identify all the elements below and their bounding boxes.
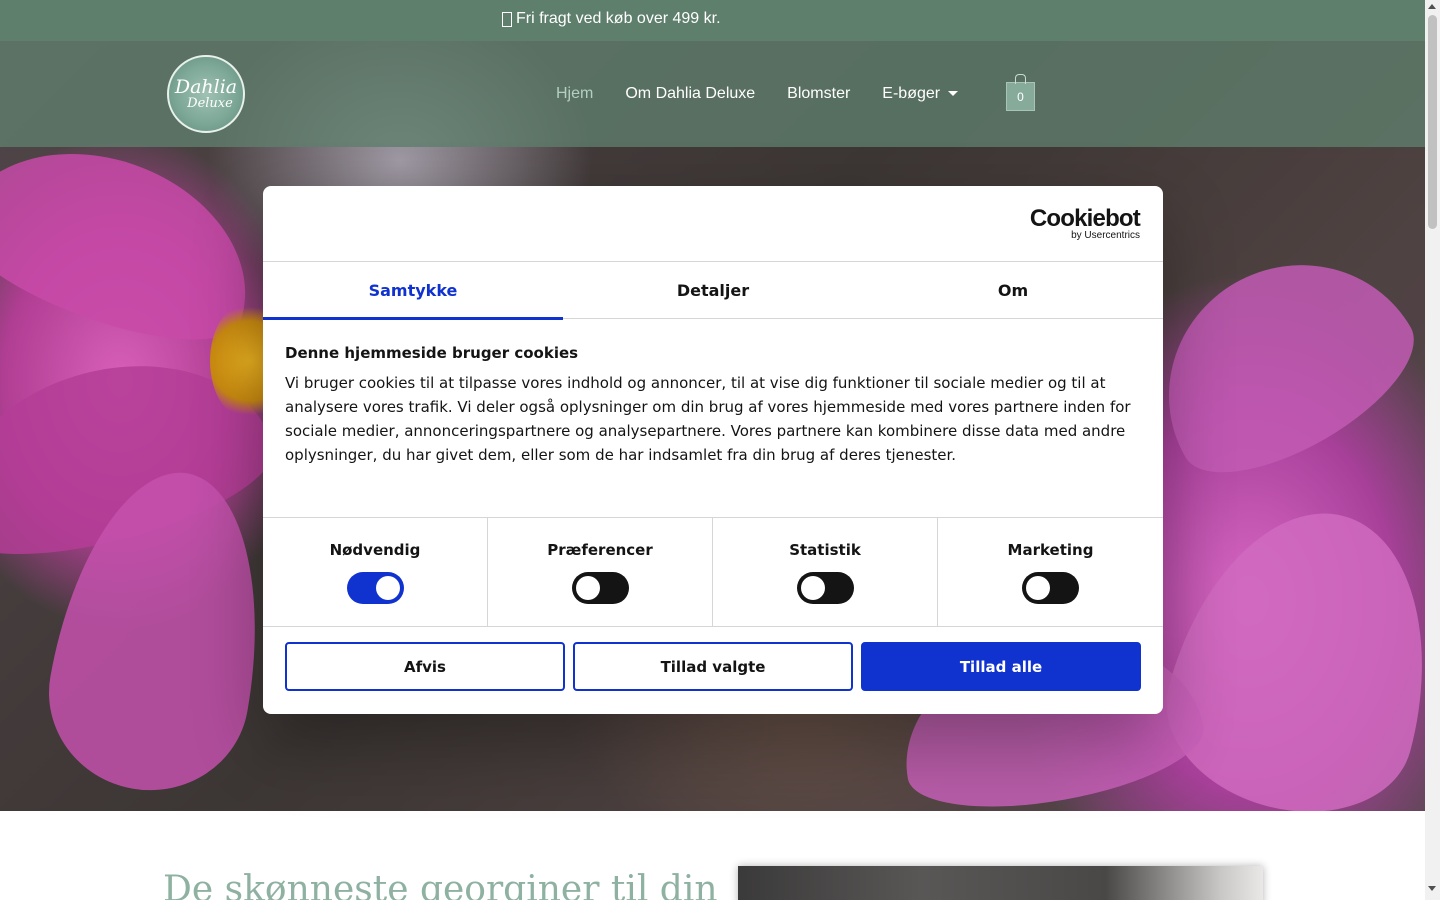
dialog-tabs: Samtykke Detaljer Om [263,262,1163,320]
logo-text-line1: Dahlia [174,75,238,98]
toggle-knob [1026,576,1050,600]
petal-shape [1145,483,1425,811]
nav-item-flowers[interactable]: Blomster [787,85,850,103]
site-logo[interactable]: Dahlia Deluxe [167,55,245,133]
nav-item-about[interactable]: Om Dahlia Deluxe [625,85,755,103]
page-scrollbar[interactable] [1425,0,1440,900]
shipping-text: Fri fragt ved køb over 499 kr. [516,10,721,27]
cart-button[interactable]: 0 [1006,74,1035,111]
allow-selected-button[interactable]: Tillad valgte [573,642,853,691]
allow-all-button[interactable]: Tillad alle [861,642,1141,691]
chevron-down-icon [948,91,959,97]
intro-section: De skønneste georginer til din [0,811,1425,900]
toggle-knob [375,576,400,600]
category-label: Marketing [1007,541,1094,559]
deny-button[interactable]: Afvis [285,642,565,691]
cart-count: 0 [1017,89,1024,104]
intro-headline: De skønneste georginer til din [163,869,718,900]
nav-item-home[interactable]: Hjem [556,85,593,103]
toggle-knob [575,576,600,600]
dialog-header: Cookiebot by Usercentrics [263,186,1163,262]
tab-about[interactable]: Om [863,262,1163,319]
nav-item-ebooks[interactable]: E-bøger [882,85,959,103]
marketing-toggle[interactable] [1022,572,1079,604]
shopping-bag-icon [1015,74,1026,84]
logo-text-line2: Deluxe [187,95,233,111]
toggle-knob [800,576,825,600]
necessary-toggle[interactable] [346,572,404,604]
tab-details[interactable]: Detaljer [563,262,863,319]
intro-photo [738,866,1263,900]
missing-glyph-icon [502,11,512,27]
shipping-announcement: Fri fragt ved køb over 499 kr. [502,10,721,28]
dialog-description: Vi bruger cookies til at tilpasse vores … [285,374,1131,464]
category-preferences: Præferencer [488,518,713,626]
category-label: Nødvendig [329,541,421,559]
category-marketing: Marketing [938,518,1163,626]
dialog-actions: Afvis Tillad valgte Tillad alle [285,642,1141,691]
scrollbar-thumb[interactable] [1428,15,1437,229]
category-label: Statistik [789,541,861,559]
petal-shape [1122,218,1425,504]
scroll-up-arrow-icon[interactable] [1428,4,1436,9]
dialog-body: Denne hjemmeside bruger cookies Vi bruge… [285,344,1145,467]
dialog-title: Denne hjemmeside bruger cookies [285,344,579,362]
cookiebot-logo[interactable]: Cookiebot by Usercentrics [1029,205,1141,241]
nav-item-ebooks-label: E-bøger [882,85,941,102]
scroll-down-arrow-icon[interactable] [1428,886,1436,891]
statistics-toggle[interactable] [796,572,854,604]
shipping-announcement-bar: Fri fragt ved køb over 499 kr. [0,0,1425,41]
main-nav: Hjem Om Dahlia Deluxe Blomster E-bøger [556,85,959,103]
preferences-toggle[interactable] [571,572,629,604]
category-label: Præferencer [547,541,653,559]
category-statistics: Statistik [713,518,938,626]
consent-categories: Nødvendig Præferencer Statistik Marketin… [263,517,1163,627]
tab-consent[interactable]: Samtykke [263,262,563,320]
category-necessary: Nødvendig [263,518,488,626]
cookie-consent-dialog: Cookiebot by Usercentrics Samtykke Detal… [263,186,1163,714]
cookiebot-brand-name: Cookiebot [1029,205,1141,232]
cookiebot-brand-sub: by Usercentrics [1071,230,1140,241]
site-header: Dahlia Deluxe Hjem Om Dahlia Deluxe Blom… [0,41,1425,147]
